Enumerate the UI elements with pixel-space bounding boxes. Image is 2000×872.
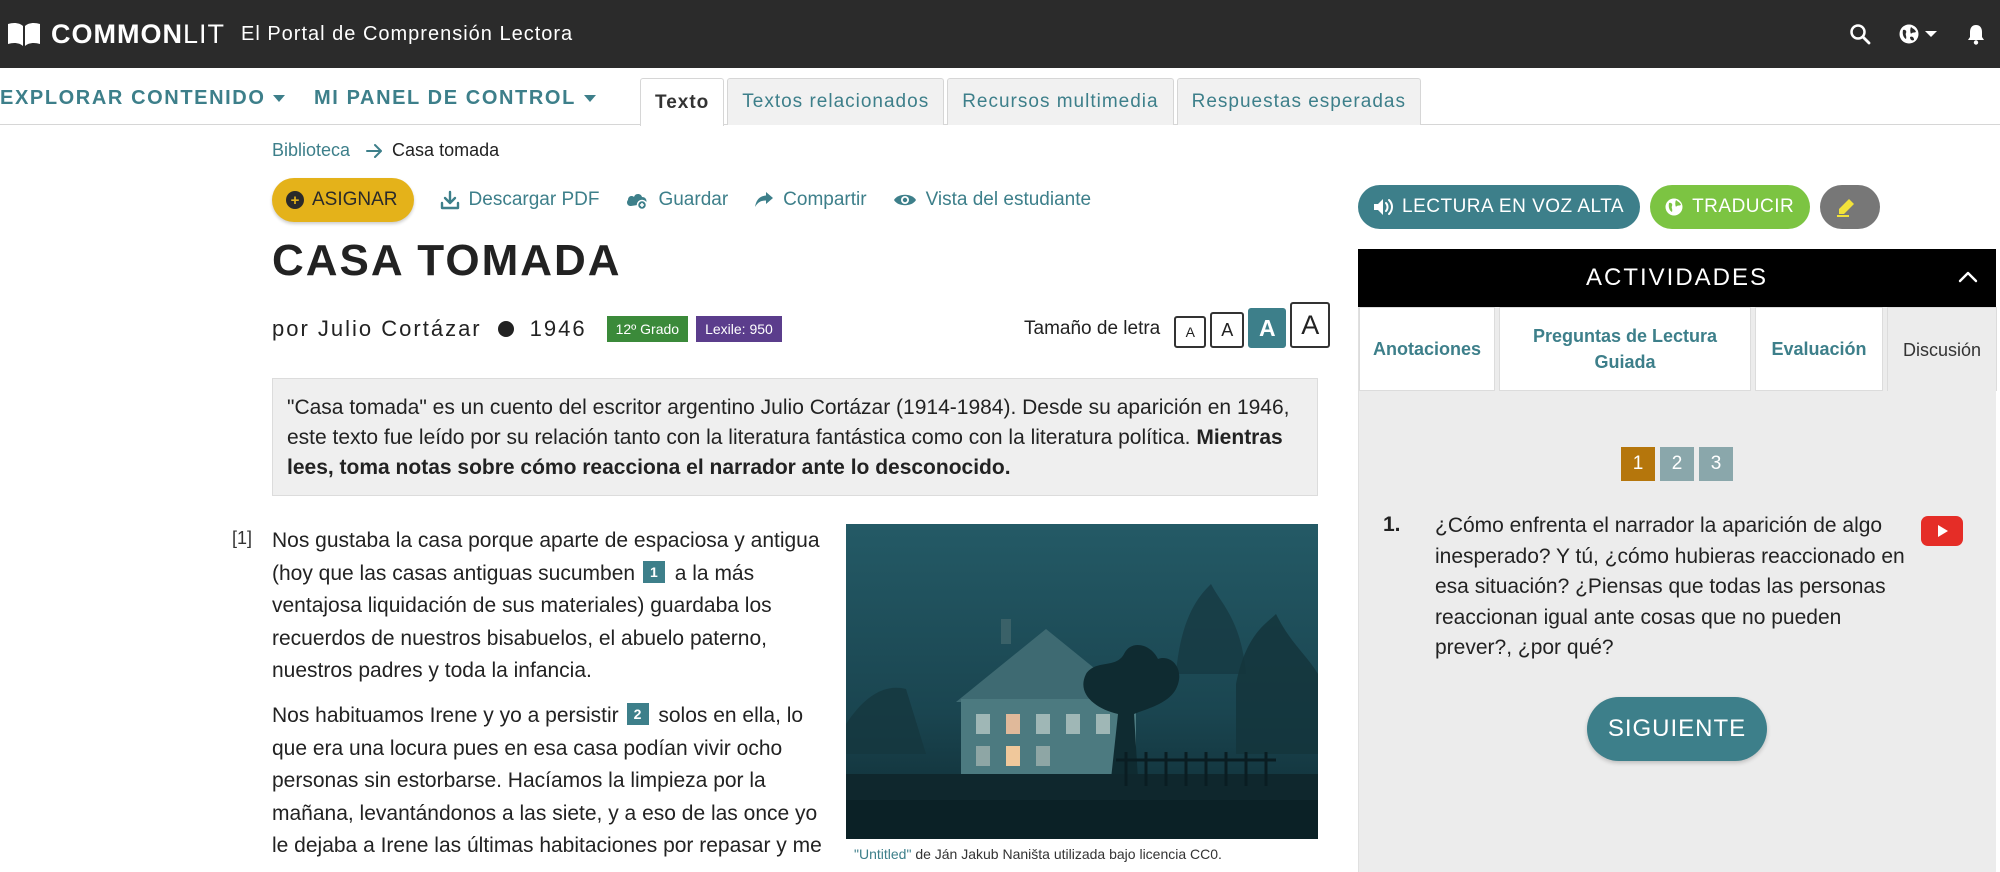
activities-header[interactable]: ACTIVIDADES [1358, 249, 1996, 307]
discussion-question: ¿Cómo enfrenta el narrador la aparición … [1435, 514, 1905, 659]
footnote-marker[interactable]: 2 [626, 703, 649, 726]
tab-annotations[interactable]: Anotaciones [1359, 307, 1495, 391]
tab-multimedia[interactable]: Recursos multimedia [947, 78, 1174, 125]
download-icon [440, 190, 459, 210]
caret-down-icon [273, 95, 286, 102]
font-size-medium-button[interactable]: A [1210, 312, 1245, 348]
next-button[interactable]: SIGUIENTE [1587, 697, 1767, 761]
breadcrumb-current: Casa tomada [392, 140, 500, 160]
brand-name-light: LIT [182, 18, 225, 49]
translate-button[interactable]: TRADUCIR [1650, 185, 1811, 229]
grade-badge: 12º Grado [606, 316, 689, 342]
breadcrumb: Biblioteca Casa tomada [272, 140, 499, 161]
tab-assessment[interactable]: Evaluación [1755, 307, 1883, 391]
bell-icon[interactable] [1964, 22, 1988, 46]
globe-icon [1899, 24, 1919, 44]
translate-label: TRADUCIR [1692, 196, 1795, 217]
chevron-down-icon [1925, 31, 1937, 37]
story-text: Nos gustaba la casa porque aparte de esp… [272, 525, 832, 872]
paragraph[interactable]: Nos habituamos Irene y yo a persistir 2 … [272, 700, 832, 863]
speaker-icon [1374, 199, 1393, 215]
story-image[interactable] [846, 524, 1318, 839]
author: por Julio Cortázar [272, 316, 482, 341]
font-size-label: Tamaño de letra [1024, 318, 1161, 339]
highlighter-icon [1837, 199, 1855, 217]
top-icons [1826, 0, 2000, 68]
image-credit: de Ján Jakub Naništa utilizada bajo lice… [915, 846, 1222, 862]
arrow-right-icon [366, 143, 383, 158]
font-size-small-button[interactable]: A [1174, 316, 1207, 348]
plus-icon: + [286, 191, 304, 209]
share-label: Compartir [783, 189, 867, 210]
chevron-up-icon[interactable] [1958, 269, 1978, 283]
globe-icon [1665, 198, 1683, 216]
footnote-marker[interactable]: 1 [642, 561, 665, 584]
assign-label: ASIGNAR [312, 189, 398, 210]
download-pdf-button[interactable]: Descargar PDF [440, 189, 600, 211]
share-icon [755, 192, 774, 207]
explore-content-label: EXPLORAR CONTENIDO [0, 87, 266, 109]
highlighter-button[interactable] [1820, 185, 1881, 229]
tab-guided-questions[interactable]: Preguntas de Lectura Guiada [1499, 307, 1751, 391]
explore-content-menu[interactable]: EXPLORAR CONTENIDO [0, 87, 286, 110]
reading-tools: LECTURA EN VOZ ALTA TRADUCIR [1358, 185, 1890, 229]
language-menu[interactable] [1898, 23, 1938, 45]
font-size-selector: Tamaño de letra A A A A [1024, 302, 1331, 348]
activities-panel: Anotaciones Preguntas de Lectura Guiada … [1358, 307, 1997, 872]
download-pdf-label: Descargar PDF [468, 189, 600, 210]
paragraph[interactable]: Nos gustaba la casa porque aparte de esp… [272, 525, 832, 688]
search-icon[interactable] [1848, 22, 1872, 46]
cloud-save-icon [627, 194, 648, 210]
caret-down-icon [583, 95, 596, 102]
student-view-label: Vista del estudiante [925, 189, 1092, 210]
tab-text[interactable]: Texto [640, 78, 725, 126]
byline: por Julio Cortázar 1946 12º Grado Lexile… [272, 316, 782, 342]
open-book-icon [8, 22, 40, 46]
font-size-large-button[interactable]: A [1248, 308, 1287, 348]
eye-icon [893, 194, 916, 206]
save-label: Guardar [658, 189, 729, 210]
brand-subtitle: El Portal de Comprensión Lectora [241, 22, 574, 45]
paragraph-text: Nos habituamos Irene y yo a persistir [272, 703, 619, 727]
youtube-icon[interactable] [1921, 516, 1963, 546]
intro-text: "Casa tomada" es un cuento del escritor … [287, 396, 1290, 449]
paragraph-number: [1] [232, 528, 253, 548]
read-aloud-label: LECTURA EN VOZ ALTA [1402, 196, 1625, 217]
publication-year: 1946 [529, 316, 587, 341]
foggy-house-illustration [846, 524, 1318, 839]
dashboard-menu[interactable]: MI PANEL DE CONTROL [314, 87, 596, 110]
lexile-badge: Lexile: 950 [696, 316, 782, 342]
tab-discussion[interactable]: Discusión [1887, 307, 1997, 391]
dashboard-label: MI PANEL DE CONTROL [314, 87, 576, 109]
question-number: 1. [1383, 513, 1401, 536]
page-2-button[interactable]: 2 [1660, 447, 1694, 481]
save-button[interactable]: Guardar [625, 189, 728, 211]
tab-expected-answers[interactable]: Respuestas esperadas [1176, 78, 1421, 125]
text-introduction: "Casa tomada" es un cuento del escritor … [272, 378, 1318, 496]
page-1-button[interactable]: 1 [1621, 447, 1655, 481]
text-tabs: Texto Textos relacionados Recursos multi… [640, 78, 1424, 126]
text-actions: + ASIGNAR Descargar PDF Guardar Comparti… [272, 178, 1091, 222]
student-view-button[interactable]: Vista del estudiante [893, 189, 1092, 211]
brand-name-bold: COMMON [51, 18, 183, 49]
commonlit-logo[interactable]: COMMON LIT El Portal de Comprensión Lect… [6, 19, 573, 50]
font-size-xlarge-button[interactable]: A [1290, 302, 1331, 348]
activity-tabs: Anotaciones Preguntas de Lectura Guiada … [1359, 307, 1997, 391]
page-title: CASA TOMADA [272, 236, 622, 285]
page-3-button[interactable]: 3 [1699, 447, 1733, 481]
question-pager: 1 2 3 [1621, 447, 1738, 481]
read-aloud-button[interactable]: LECTURA EN VOZ ALTA [1358, 185, 1641, 229]
assign-button[interactable]: + ASIGNAR [272, 178, 414, 222]
breadcrumb-library-link[interactable]: Biblioteca [272, 140, 350, 161]
share-button[interactable]: Compartir [754, 189, 867, 211]
image-source-link[interactable]: "Untitled" [854, 846, 911, 862]
top-bar: COMMON LIT El Portal de Comprensión Lect… [0, 0, 2000, 68]
navigation-row: EXPLORAR CONTENIDO MI PANEL DE CONTROL T… [0, 68, 2000, 126]
separator-dot [497, 321, 514, 337]
activities-title: ACTIVIDADES [1585, 264, 1769, 291]
image-caption: "Untitled" de Ján Jakub Naništa utilizad… [854, 846, 1222, 862]
tab-related-texts[interactable]: Textos relacionados [727, 78, 945, 125]
